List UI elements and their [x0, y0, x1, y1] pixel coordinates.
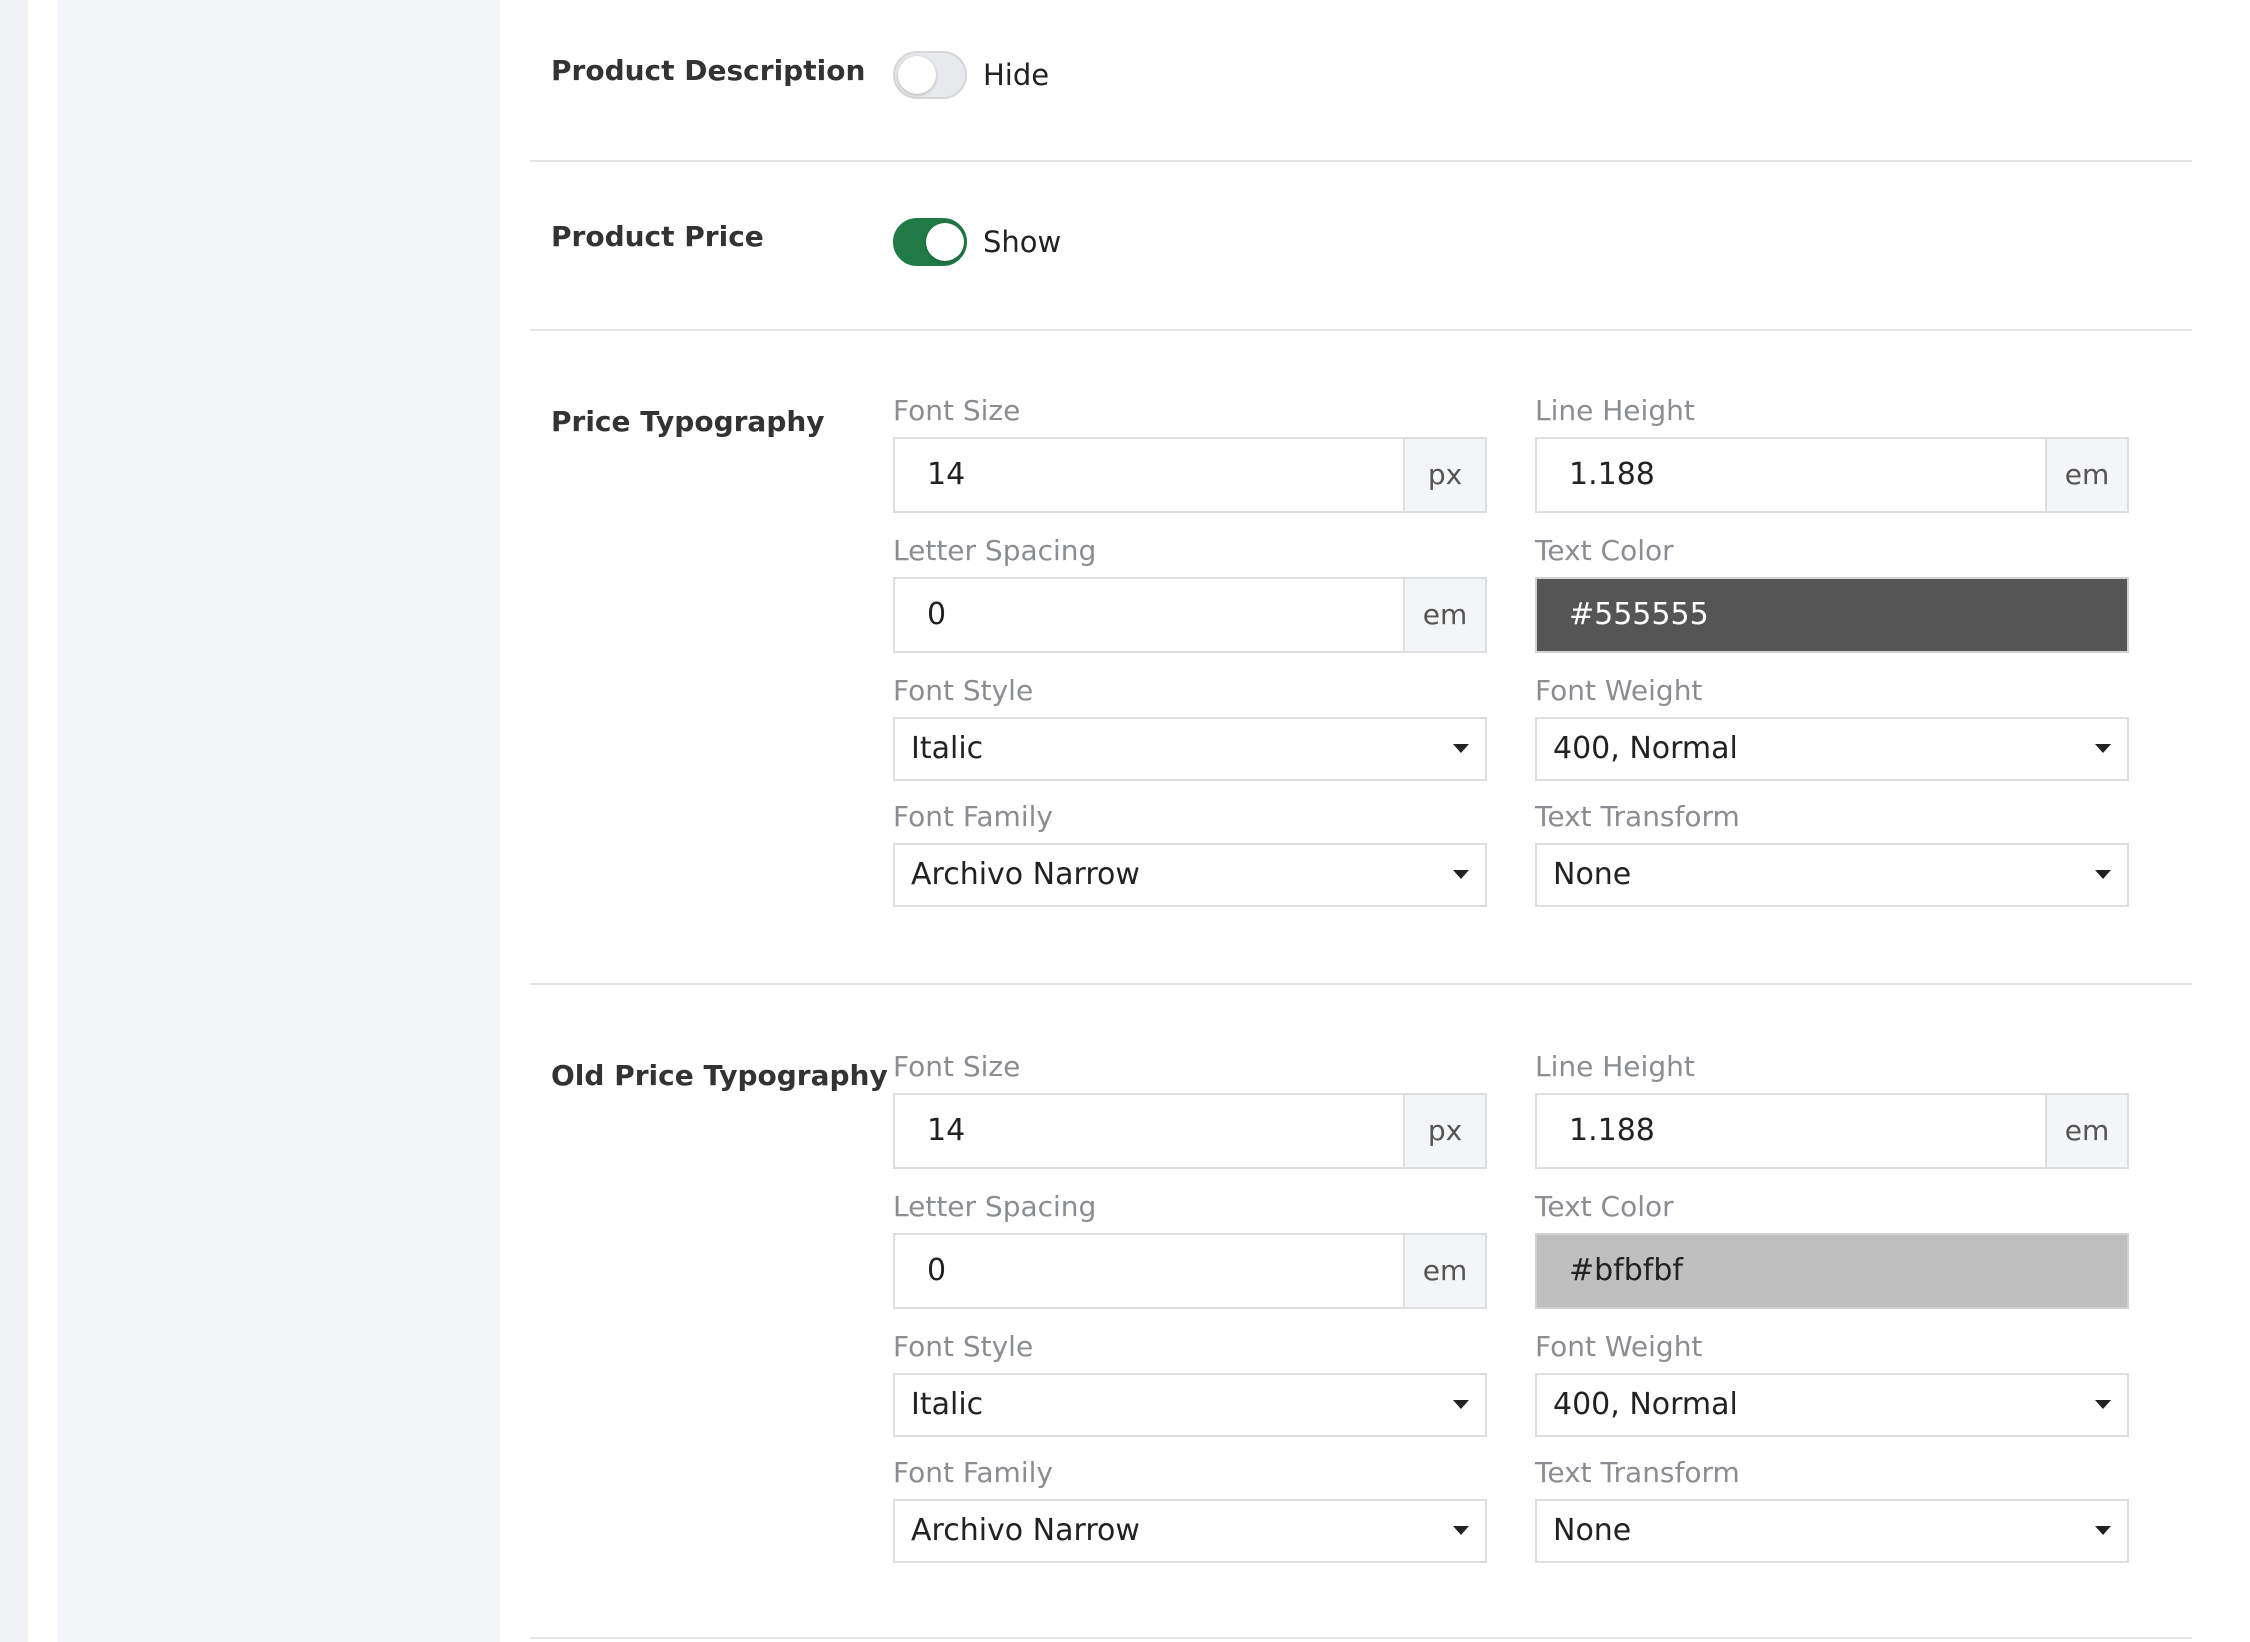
- price-font-family-value: Archivo Narrow: [911, 857, 1140, 892]
- price-font-style-field: Font Style Italic: [893, 671, 1487, 781]
- old-price-text-transform-select[interactable]: None: [1535, 1499, 2129, 1563]
- price-font-size-unit: px: [1403, 439, 1485, 511]
- caret-down-icon: [2095, 1526, 2111, 1535]
- old-price-text-transform-label: Text Transform: [1535, 1456, 1740, 1489]
- old-price-typography-row: Old Price Typography Font Size 14 px Lin…: [530, 985, 2192, 1639]
- old-price-font-family-label: Font Family: [893, 1456, 1053, 1489]
- old-price-font-size-unit: px: [1403, 1095, 1485, 1167]
- old-price-font-size-value[interactable]: 14: [895, 1095, 1403, 1167]
- caret-down-icon: [2095, 1400, 2111, 1409]
- price-line-height-value[interactable]: 1.188: [1537, 439, 2045, 511]
- left-panel: [58, 0, 500, 1642]
- price-letter-spacing-input[interactable]: 0 em: [893, 577, 1487, 653]
- price-typography-label: Price Typography: [551, 405, 825, 438]
- old-price-letter-spacing-value[interactable]: 0: [895, 1235, 1403, 1307]
- old-price-font-style-select[interactable]: Italic: [893, 1373, 1487, 1437]
- old-price-letter-spacing-unit: em: [1403, 1235, 1485, 1307]
- price-letter-spacing-unit: em: [1403, 579, 1485, 651]
- product-price-toggle[interactable]: [893, 218, 967, 266]
- old-price-line-height-unit: em: [2045, 1095, 2127, 1167]
- caret-down-icon: [1453, 1400, 1469, 1409]
- price-line-height-field: Line Height 1.188 em: [1535, 391, 2129, 513]
- price-font-family-select[interactable]: Archivo Narrow: [893, 843, 1487, 907]
- toggle-knob: [926, 223, 964, 261]
- old-price-letter-spacing-input[interactable]: 0 em: [893, 1233, 1487, 1309]
- price-text-transform-select[interactable]: None: [1535, 843, 2129, 907]
- old-price-font-weight-value: 400, Normal: [1553, 1387, 1738, 1422]
- product-price-label: Product Price: [551, 220, 764, 253]
- old-price-letter-spacing-field: Letter Spacing 0 em: [893, 1187, 1487, 1309]
- product-price-row: Product Price Show: [530, 162, 2192, 331]
- old-price-letter-spacing-label: Letter Spacing: [893, 1190, 1097, 1223]
- price-font-style-label: Font Style: [893, 674, 1034, 707]
- caret-down-icon: [1453, 870, 1469, 879]
- product-description-row: Product Description Hide: [530, 0, 2192, 162]
- old-price-line-height-label: Line Height: [1535, 1050, 1695, 1083]
- price-text-transform-field: Text Transform None: [1535, 797, 2129, 907]
- caret-down-icon: [2095, 744, 2111, 753]
- price-text-transform-label: Text Transform: [1535, 800, 1740, 833]
- price-font-weight-label: Font Weight: [1535, 674, 1703, 707]
- old-price-font-family-select[interactable]: Archivo Narrow: [893, 1499, 1487, 1563]
- price-font-style-select[interactable]: Italic: [893, 717, 1487, 781]
- old-price-font-weight-select[interactable]: 400, Normal: [1535, 1373, 2129, 1437]
- price-font-family-field: Font Family Archivo Narrow: [893, 797, 1487, 907]
- old-price-text-color-label: Text Color: [1535, 1190, 1674, 1223]
- price-line-height-label: Line Height: [1535, 394, 1695, 427]
- price-font-size-label: Font Size: [893, 394, 1021, 427]
- old-price-font-weight-field: Font Weight 400, Normal: [1535, 1327, 2129, 1437]
- old-price-line-height-field: Line Height 1.188 em: [1535, 1047, 2129, 1169]
- old-price-typography-label: Old Price Typography: [551, 1059, 888, 1092]
- price-font-size-field: Font Size 14 px: [893, 391, 1487, 513]
- old-price-line-height-input[interactable]: 1.188 em: [1535, 1093, 2129, 1169]
- price-text-color-field: Text Color #555555: [1535, 531, 2129, 653]
- price-line-height-input[interactable]: 1.188 em: [1535, 437, 2129, 513]
- old-price-font-family-field: Font Family Archivo Narrow: [893, 1453, 1487, 1563]
- old-price-text-color-swatch[interactable]: #bfbfbf: [1535, 1233, 2129, 1309]
- caret-down-icon: [1453, 744, 1469, 753]
- old-price-font-style-field: Font Style Italic: [893, 1327, 1487, 1437]
- old-price-font-size-input[interactable]: 14 px: [893, 1093, 1487, 1169]
- price-typography-row: Price Typography Font Size 14 px Line He…: [530, 331, 2192, 985]
- caret-down-icon: [2095, 870, 2111, 879]
- old-price-font-style-value: Italic: [911, 1387, 984, 1422]
- old-price-line-height-value[interactable]: 1.188: [1537, 1095, 2045, 1167]
- toggle-knob: [898, 56, 936, 94]
- old-price-font-weight-label: Font Weight: [1535, 1330, 1703, 1363]
- price-font-weight-value: 400, Normal: [1553, 731, 1738, 766]
- price-font-style-value: Italic: [911, 731, 984, 766]
- price-letter-spacing-field: Letter Spacing 0 em: [893, 531, 1487, 653]
- price-font-weight-field: Font Weight 400, Normal: [1535, 671, 2129, 781]
- price-letter-spacing-label: Letter Spacing: [893, 534, 1097, 567]
- sidebar-strip: [28, 0, 58, 1642]
- price-line-height-unit: em: [2045, 439, 2127, 511]
- product-description-toggle-group: Hide: [893, 51, 1049, 99]
- old-price-font-size-label: Font Size: [893, 1050, 1021, 1083]
- old-price-font-size-field: Font Size 14 px: [893, 1047, 1487, 1169]
- old-price-font-family-value: Archivo Narrow: [911, 1513, 1140, 1548]
- price-letter-spacing-value[interactable]: 0: [895, 579, 1403, 651]
- price-font-family-label: Font Family: [893, 800, 1053, 833]
- price-text-color-swatch[interactable]: #555555: [1535, 577, 2129, 653]
- product-description-toggle[interactable]: [893, 51, 967, 99]
- old-price-text-transform-value: None: [1553, 1513, 1632, 1548]
- old-price-font-style-label: Font Style: [893, 1330, 1034, 1363]
- product-price-toggle-text: Show: [983, 225, 1062, 259]
- product-description-toggle-text: Hide: [983, 58, 1050, 92]
- old-price-text-transform-field: Text Transform None: [1535, 1453, 2129, 1563]
- page-background: [0, 0, 28, 1642]
- price-font-size-input[interactable]: 14 px: [893, 437, 1487, 513]
- caret-down-icon: [1453, 1526, 1469, 1535]
- product-description-label: Product Description: [551, 54, 866, 87]
- price-text-transform-value: None: [1553, 857, 1632, 892]
- settings-panel: Product Description Hide Product Price S…: [500, 0, 2250, 1642]
- price-font-size-value[interactable]: 14: [895, 439, 1403, 511]
- price-font-weight-select[interactable]: 400, Normal: [1535, 717, 2129, 781]
- price-text-color-label: Text Color: [1535, 534, 1674, 567]
- product-price-toggle-group: Show: [893, 218, 1061, 266]
- old-price-text-color-field: Text Color #bfbfbf: [1535, 1187, 2129, 1309]
